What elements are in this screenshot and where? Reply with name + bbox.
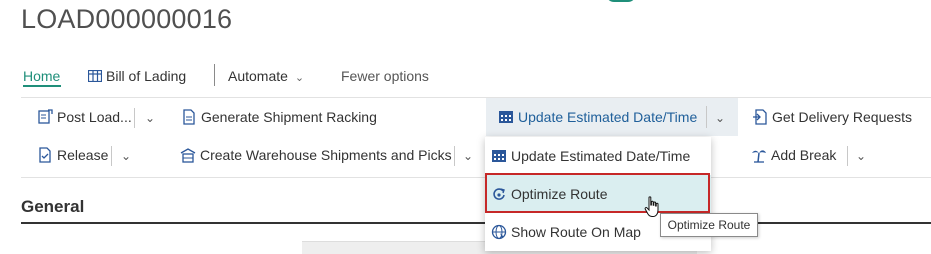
post-load-chevron-icon[interactable]: ⌄ [145,111,155,125]
create-warehouse-shipments-button[interactable]: Create Warehouse Shipments and Picks [180,147,452,163]
calendar-icon [491,148,507,164]
create-warehouse-chevron-icon[interactable]: ⌄ [463,149,473,163]
add-break-label: Add Break [771,147,837,163]
add-break-button[interactable]: Add Break [751,147,836,163]
document-icon [181,109,197,125]
button-divider [847,146,848,166]
get-delivery-requests-button[interactable]: Get Delivery Requests [752,109,912,125]
action-bar-bottom-divider [21,177,931,178]
post-load-button[interactable]: Post Load... [37,109,132,125]
button-divider [134,108,135,128]
action-bar-divider [21,97,931,98]
tab-bill-of-lading-label: Bill of Lading [106,68,187,84]
release-chevron-icon[interactable]: ⌄ [121,149,131,163]
tab-divider [214,64,215,86]
focus-highlight-border [485,173,710,213]
menu-item-update-date-time[interactable]: Update Estimated Date/Time [485,137,711,175]
release-document-icon [37,147,53,163]
split-divider [706,106,707,128]
palm-tree-icon [751,147,767,163]
menu-item-label: Update Estimated Date/Time [511,148,691,164]
action-tabs: Home Bill of Lading Automate ⌄ Fewer opt… [0,64,931,90]
button-divider [454,146,455,166]
tab-automate-label: Automate [228,68,288,84]
post-load-label: Post Load... [57,109,132,125]
generate-racking-button[interactable]: Generate Shipment Racking [181,109,377,125]
tab-home[interactable]: Home [23,68,60,84]
update-date-time-button[interactable]: Update Estimated Date/Time [498,109,697,125]
tab-bill-of-lading[interactable]: Bill of Lading [87,68,187,84]
tooltip: Optimize Route [660,213,758,237]
decorative-arc [606,0,636,2]
release-label: Release [57,147,109,163]
warehouse-icon [180,147,196,163]
chevron-down-icon: ⌄ [294,72,305,84]
update-date-time-label: Update Estimated Date/Time [518,109,698,125]
page-title: LOAD000000016 [21,4,233,34]
import-document-icon [752,109,768,125]
get-delivery-label: Get Delivery Requests [772,109,913,125]
release-button[interactable]: Release [37,147,108,163]
fewer-options-link[interactable]: Fewer options [341,68,429,84]
section-underline [21,222,931,224]
tab-automate[interactable]: Automate ⌄ [228,68,304,84]
menu-item-label: Show Route On Map [511,224,641,240]
table-icon [87,69,103,83]
create-warehouse-label: Create Warehouse Shipments and Picks [200,147,452,163]
update-date-chevron-icon[interactable]: ⌄ [715,111,725,125]
section-title-general: General [21,197,85,216]
button-divider [111,146,112,166]
active-tab-underline [23,85,61,87]
calendar-icon [498,109,514,125]
globe-icon [491,224,507,240]
post-document-icon [37,109,53,125]
add-break-chevron-icon[interactable]: ⌄ [856,149,866,163]
generate-racking-label: Generate Shipment Racking [201,109,377,125]
